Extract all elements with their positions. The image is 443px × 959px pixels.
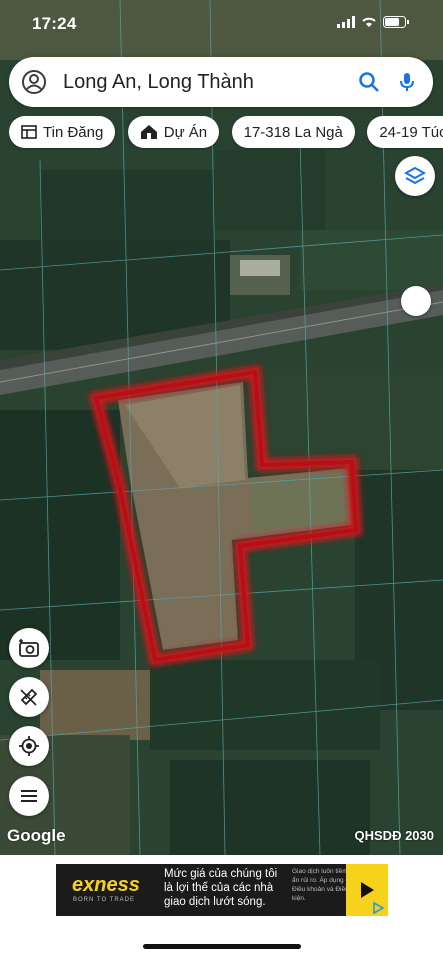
ad-banner[interactable]: exness BORN TO TRADE Mức giá của chúng t… xyxy=(56,864,388,916)
wifi-icon xyxy=(362,17,376,27)
slider-handle[interactable] xyxy=(401,286,431,316)
chip-du-an[interactable]: Dự Án xyxy=(127,116,220,148)
chip-label: 24-19 Túc T xyxy=(379,123,443,141)
search-bar[interactable]: Long An, Long Thành xyxy=(9,57,433,107)
play-icon xyxy=(361,882,374,898)
menu-icon xyxy=(21,790,37,802)
home-indicator[interactable] xyxy=(143,944,301,949)
chip-label: 17-318 La Ngà xyxy=(243,123,343,141)
layers-button[interactable] xyxy=(395,156,435,196)
adchoices-icon[interactable] xyxy=(371,901,385,915)
layers-icon xyxy=(404,166,426,185)
chip-label: Dự Án xyxy=(163,123,208,141)
google-attribution: Google xyxy=(7,826,66,845)
listing-icon xyxy=(21,125,37,139)
account-icon[interactable] xyxy=(21,69,47,95)
ad-headline: Mức giá của chúng tôi là lợi thế của các… xyxy=(164,868,278,908)
chip-tuc-t[interactable]: 24-19 Túc T xyxy=(367,116,443,148)
my-location-icon xyxy=(19,736,39,756)
search-input[interactable]: Long An, Long Thành xyxy=(63,71,357,94)
project-house-icon xyxy=(140,125,157,139)
filter-chips: Tin Đăng Dự Án 17-318 La Ngà 24-19 Túc T xyxy=(9,116,443,150)
my-location-button[interactable] xyxy=(9,726,49,766)
status-time: 17:24 xyxy=(32,14,77,33)
ad-tagline: BORN TO TRADE xyxy=(73,897,136,903)
battery-icon xyxy=(383,16,409,28)
search-icon[interactable] xyxy=(357,70,381,94)
measure-button[interactable] xyxy=(9,677,49,717)
camera-button[interactable] xyxy=(9,628,49,668)
camera-icon xyxy=(19,639,39,657)
layer-label: QHSDĐ 2030 xyxy=(354,828,434,843)
signal-icon xyxy=(337,16,355,28)
menu-button[interactable] xyxy=(9,776,49,816)
ad-brand: exness xyxy=(72,874,140,896)
chip-label: Tin Đăng xyxy=(43,123,104,141)
microphone-icon[interactable] xyxy=(395,70,419,94)
measure-icon xyxy=(20,688,38,706)
chip-la-nga[interactable]: 17-318 La Ngà xyxy=(231,116,355,148)
chip-tin-dang[interactable]: Tin Đăng xyxy=(9,116,116,148)
status-bar: 17:24 xyxy=(0,10,443,38)
